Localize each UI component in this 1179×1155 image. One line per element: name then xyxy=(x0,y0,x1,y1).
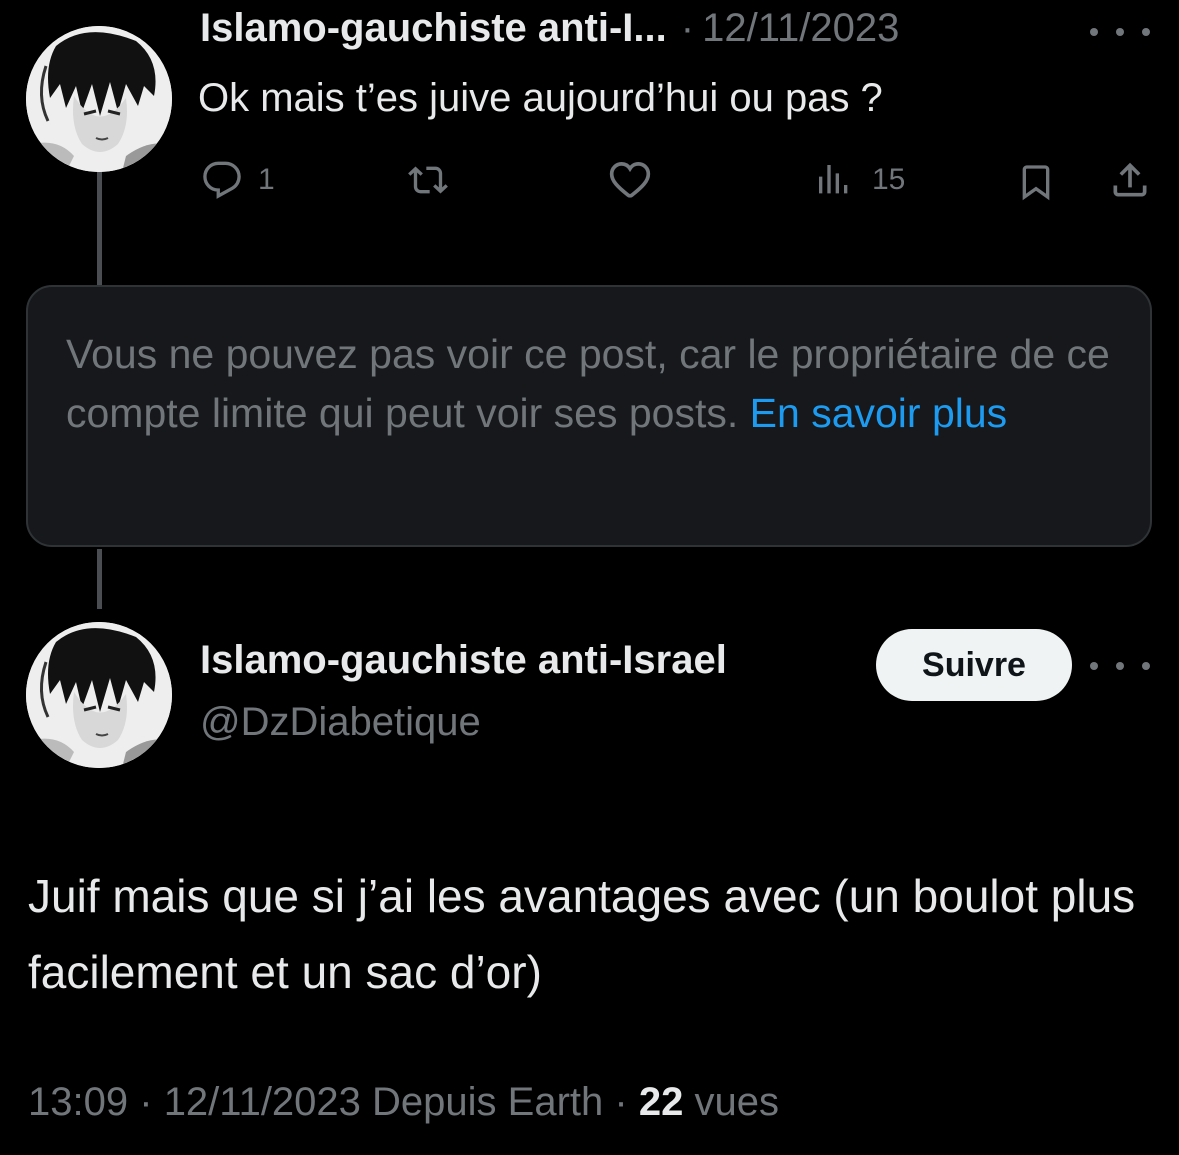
reply-count: 1 xyxy=(258,163,275,196)
views-count: 22 xyxy=(638,1080,684,1124)
separator: · xyxy=(680,6,695,50)
views-button[interactable]: 15 xyxy=(812,160,905,200)
bookmark-button[interactable] xyxy=(1016,158,1056,206)
avatar[interactable] xyxy=(26,622,172,768)
thread-line-top xyxy=(97,170,102,285)
retweet-icon xyxy=(408,166,448,194)
share-button[interactable] xyxy=(1108,158,1152,202)
follow-button[interactable]: Suivre xyxy=(876,629,1072,701)
views-icon xyxy=(819,165,848,194)
reply-icon xyxy=(203,161,241,199)
share-icon xyxy=(1113,162,1147,197)
tweet-date[interactable]: 12/11/2023 xyxy=(164,1080,361,1124)
restricted-post-notice: Vous ne pouvez pas voir ce post, car le … xyxy=(26,285,1152,547)
learn-more-link[interactable]: En savoir plus xyxy=(750,390,1008,436)
main-tweet-text: Juif mais que si j’ai les avantages avec… xyxy=(28,870,1136,998)
views-label: vues xyxy=(694,1080,779,1124)
more-icon[interactable] xyxy=(1090,22,1150,42)
reply-button[interactable]: 1 xyxy=(200,160,275,200)
display-name[interactable]: Islamo-gauchiste anti-Israel xyxy=(200,638,727,683)
views-count: 15 xyxy=(872,163,906,196)
separator: · xyxy=(614,1080,628,1124)
reply-tweet-text: Ok mais t’es juive aujourd’hui ou pas ? xyxy=(198,76,883,120)
tweet-source: Depuis Earth xyxy=(372,1080,604,1124)
retweet-button[interactable] xyxy=(398,160,458,200)
avatar[interactable] xyxy=(26,26,172,172)
separator: · xyxy=(139,1080,153,1124)
display-name[interactable]: Islamo-gauchiste anti-I... xyxy=(200,6,667,51)
reply-tweet-header: Islamo-gauchiste anti-I... · 12/11/2023 xyxy=(200,6,899,62)
tweet-metadata: 13:09 · 12/11/2023 Depuis Earth · 22 vue… xyxy=(28,1080,779,1125)
tweet-time[interactable]: 13:09 xyxy=(28,1080,128,1124)
bookmark-icon xyxy=(1022,165,1050,201)
user-handle[interactable]: @DzDiabetique xyxy=(200,700,481,745)
more-icon[interactable] xyxy=(1090,656,1150,676)
like-icon xyxy=(609,162,651,198)
tweet-date[interactable]: 12/11/2023 xyxy=(702,6,899,51)
like-button[interactable] xyxy=(606,158,654,202)
thread-line-bottom xyxy=(97,549,102,609)
